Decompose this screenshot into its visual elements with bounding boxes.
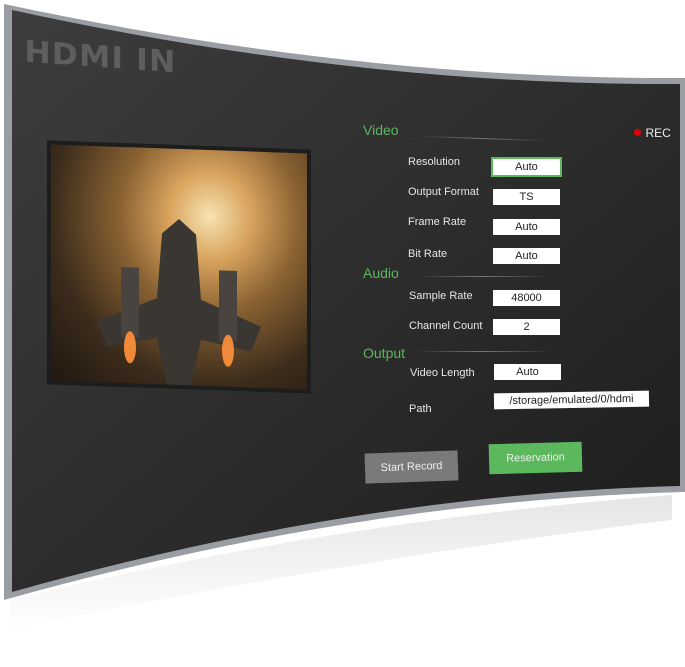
sample-rate-field[interactable]: 48000 xyxy=(493,290,560,306)
section-output: Output xyxy=(363,345,406,361)
divider xyxy=(408,276,556,277)
resolution-field[interactable]: Auto xyxy=(491,157,562,177)
rec-dot-icon xyxy=(634,129,641,137)
jet-image xyxy=(97,219,261,386)
output-format-field[interactable]: TS xyxy=(493,189,560,205)
video-length-field[interactable]: Auto xyxy=(494,364,561,380)
video-preview xyxy=(47,140,311,394)
path-field[interactable]: /storage/emulated/0/hdmi xyxy=(493,390,650,410)
frame-rate-label: Frame Rate xyxy=(408,216,467,228)
divider xyxy=(408,351,556,352)
frame-rate-field[interactable]: Auto xyxy=(493,219,560,235)
section-audio: Audio xyxy=(363,265,399,281)
bit-rate-field[interactable]: Auto xyxy=(493,248,560,264)
output-format-label: Output Format xyxy=(408,186,479,198)
start-record-button[interactable]: Start Record xyxy=(364,450,459,484)
resolution-label: Resolution xyxy=(408,156,460,168)
rec-indicator: REC xyxy=(634,124,671,142)
path-label: Path xyxy=(409,403,432,415)
preview-image xyxy=(51,144,307,390)
sample-rate-label: Sample Rate xyxy=(409,290,473,302)
channel-count-label: Channel Count xyxy=(409,320,483,332)
rec-label: REC xyxy=(645,125,671,140)
bit-rate-label: Bit Rate xyxy=(408,248,448,260)
reservation-button[interactable]: Reservation xyxy=(488,441,583,475)
channel-count-field[interactable]: 2 xyxy=(493,319,560,335)
video-length-label: Video Length xyxy=(410,367,475,379)
section-video: Video xyxy=(363,122,399,138)
